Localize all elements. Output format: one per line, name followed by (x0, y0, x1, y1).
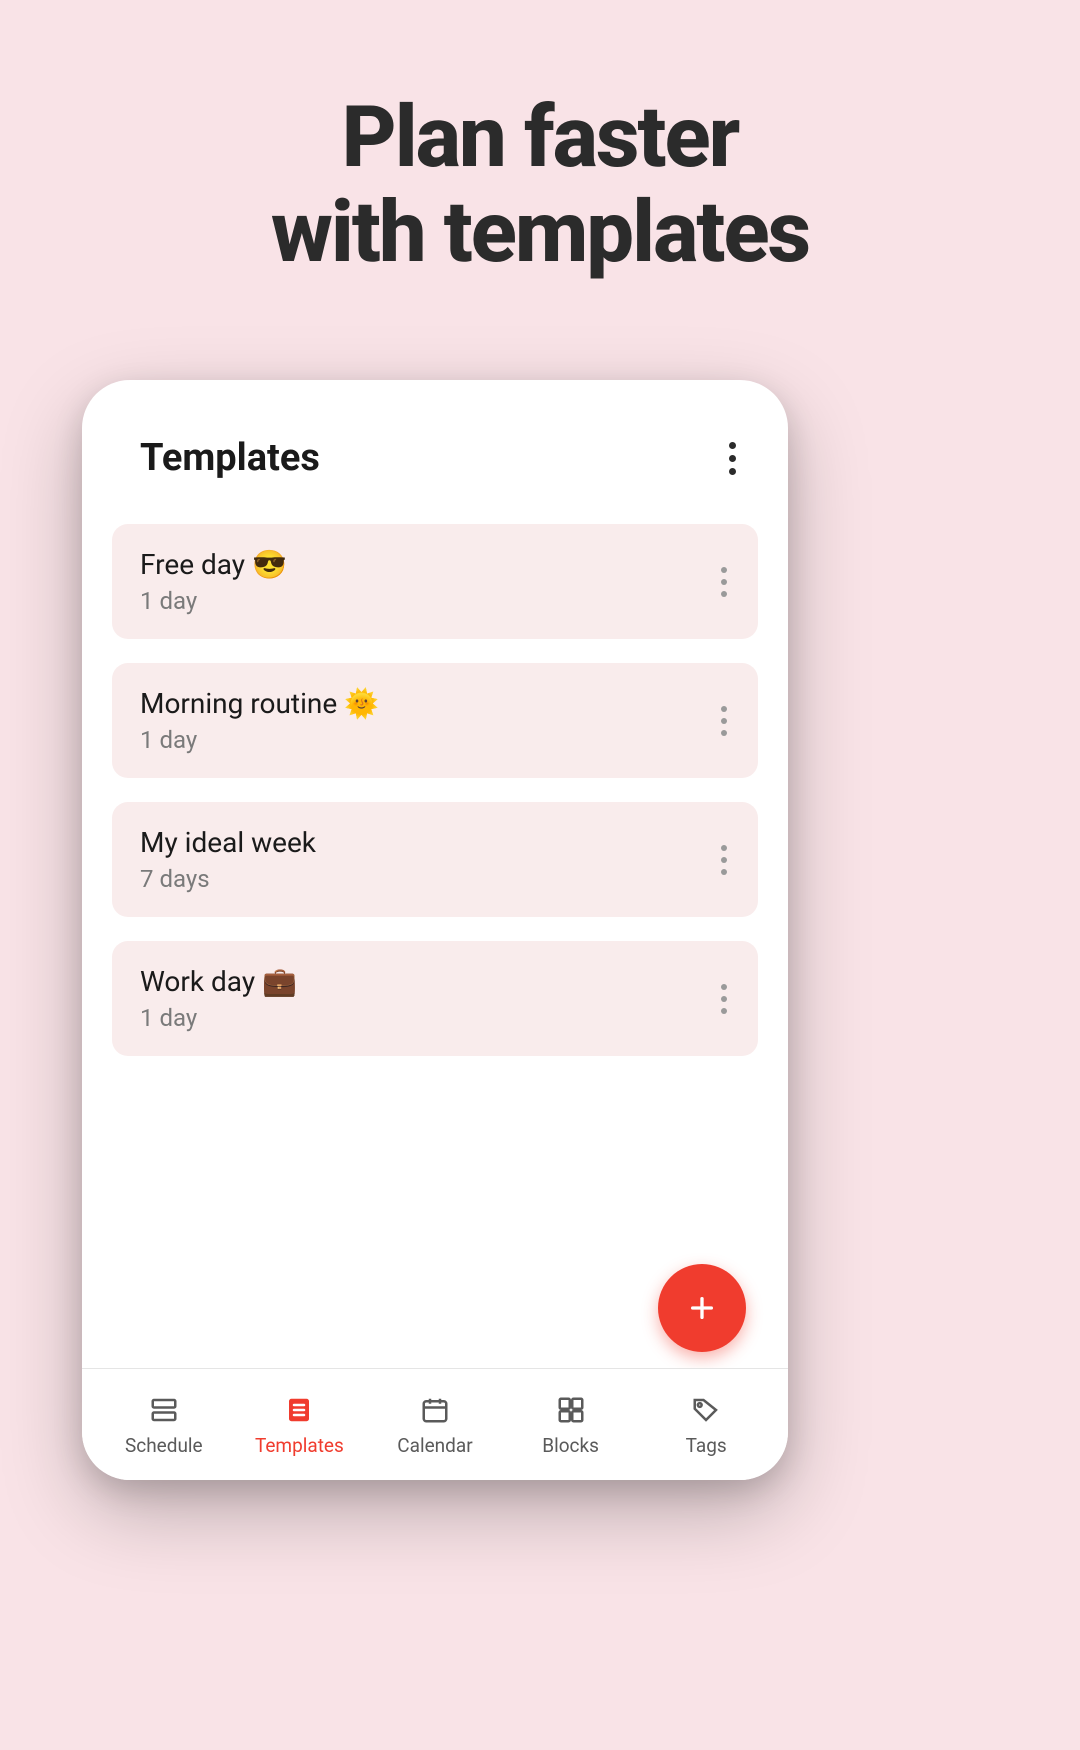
header-menu-button[interactable] (716, 434, 748, 482)
templates-icon (281, 1392, 317, 1428)
app-screen: Templates Free day 😎 1 day Morning ro (82, 380, 788, 1480)
template-card[interactable]: Morning routine 🌞 1 day (112, 663, 758, 778)
template-title: Free day 😎 (140, 548, 287, 581)
template-card-text: Free day 😎 1 day (140, 548, 287, 615)
bottom-nav: Schedule Templates (82, 1368, 788, 1480)
template-menu-button[interactable] (708, 699, 740, 743)
more-vertical-icon (721, 845, 727, 875)
nav-label: Calendar (397, 1434, 472, 1457)
calendar-icon (417, 1392, 453, 1428)
tags-icon (688, 1392, 724, 1428)
headline-line1: Plan faster (0, 90, 1080, 185)
template-title: Morning routine 🌞 (140, 687, 379, 720)
nav-item-templates[interactable]: Templates (232, 1392, 368, 1457)
template-card[interactable]: Free day 😎 1 day (112, 524, 758, 639)
page-title: Templates (140, 436, 320, 480)
template-title: Work day 💼 (140, 965, 297, 998)
headline-line2: with templates (0, 185, 1080, 280)
screen-header: Templates (82, 380, 788, 502)
template-menu-button[interactable] (708, 977, 740, 1021)
more-vertical-icon (729, 442, 736, 475)
schedule-icon (146, 1392, 182, 1428)
nav-label: Templates (255, 1434, 344, 1457)
nav-label: Schedule (125, 1434, 203, 1457)
template-card-text: Morning routine 🌞 1 day (140, 687, 379, 754)
nav-label: Blocks (542, 1434, 599, 1457)
nav-item-schedule[interactable]: Schedule (96, 1392, 232, 1457)
blocks-icon (553, 1392, 589, 1428)
nav-item-calendar[interactable]: Calendar (367, 1392, 503, 1457)
nav-item-tags[interactable]: Tags (638, 1392, 774, 1457)
more-vertical-icon (721, 984, 727, 1014)
template-card-text: Work day 💼 1 day (140, 965, 297, 1032)
template-title: My ideal week (140, 826, 316, 859)
more-vertical-icon (721, 567, 727, 597)
promo-headline: Plan faster with templates (0, 0, 1080, 280)
template-menu-button[interactable] (708, 560, 740, 604)
add-template-button[interactable] (658, 1264, 746, 1352)
template-subtitle: 7 days (140, 865, 316, 893)
template-card[interactable]: Work day 💼 1 day (112, 941, 758, 1056)
nav-label: Tags (686, 1434, 727, 1457)
template-menu-button[interactable] (708, 838, 740, 882)
template-subtitle: 1 day (140, 726, 379, 754)
plus-icon (686, 1292, 718, 1324)
template-subtitle: 1 day (140, 587, 287, 615)
template-card[interactable]: My ideal week 7 days (112, 802, 758, 917)
more-vertical-icon (721, 706, 727, 736)
template-subtitle: 1 day (140, 1004, 297, 1032)
template-card-text: My ideal week 7 days (140, 826, 316, 893)
nav-item-blocks[interactable]: Blocks (503, 1392, 639, 1457)
phone-frame: Templates Free day 😎 1 day Morning ro (82, 380, 788, 1480)
templates-list: Free day 😎 1 day Morning routine 🌞 1 day (82, 502, 788, 1056)
